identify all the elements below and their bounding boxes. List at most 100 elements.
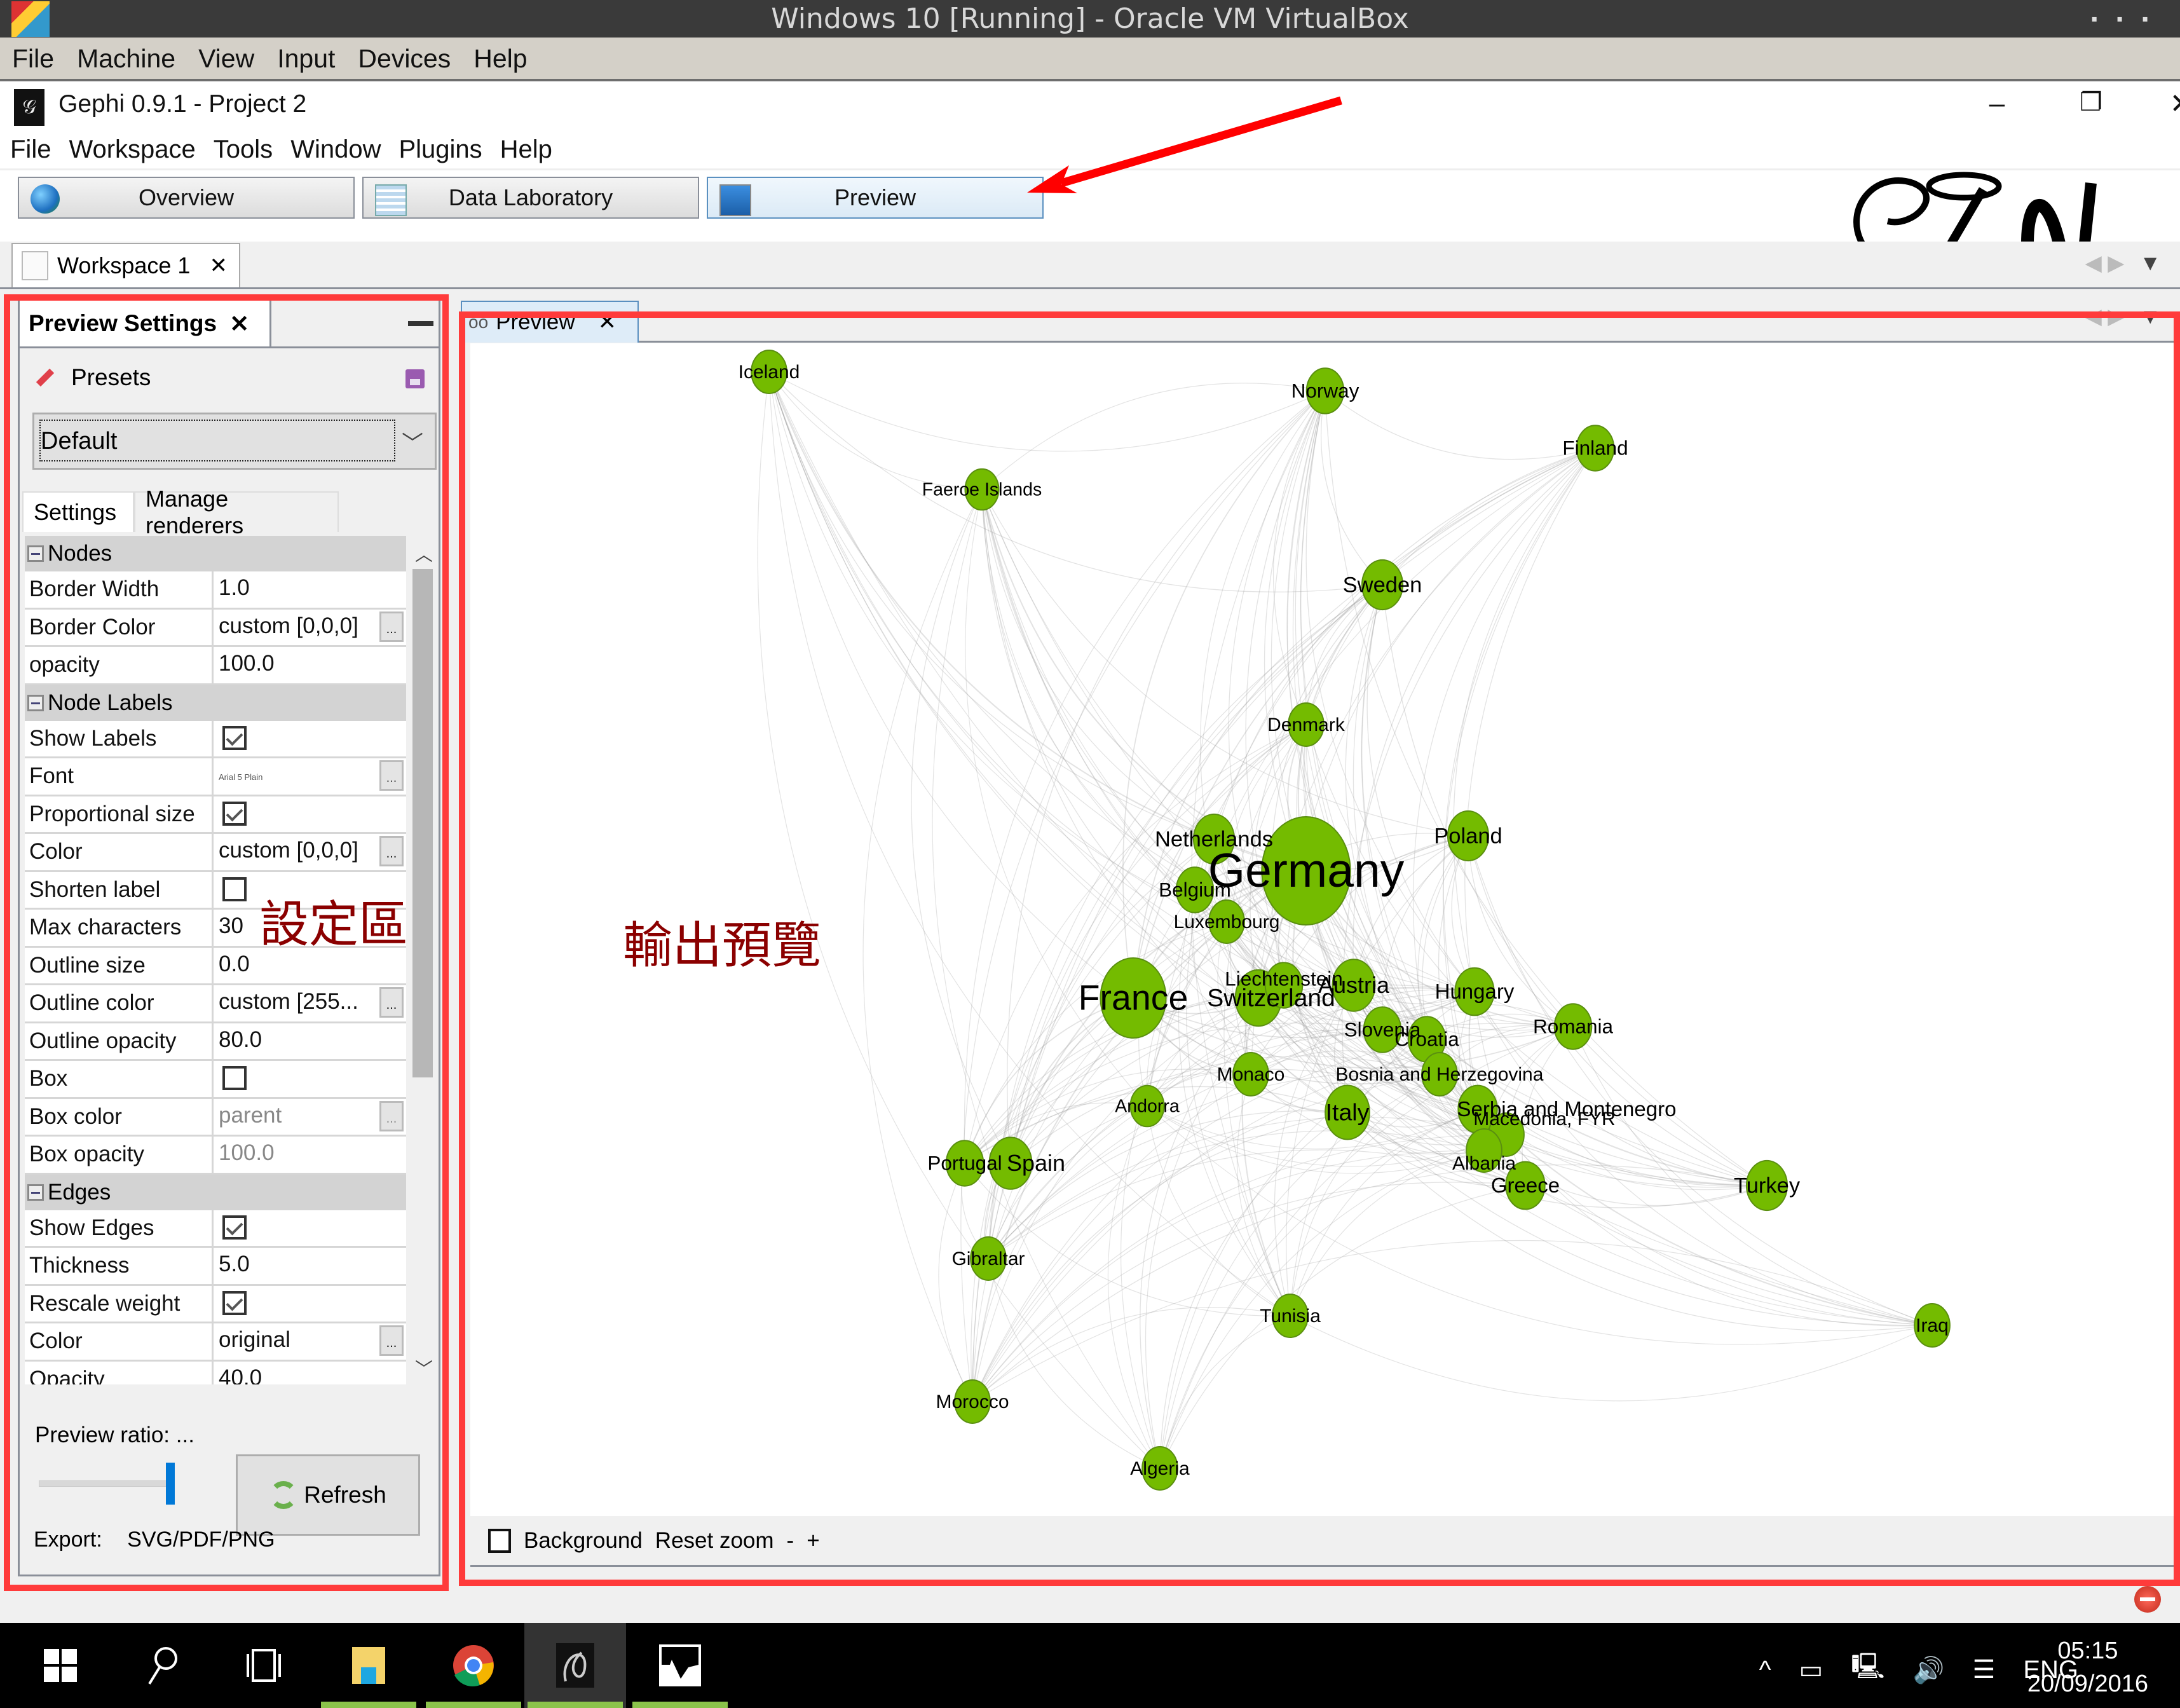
rescale-weight-checkbox[interactable] (222, 1290, 247, 1315)
edge (972, 985, 1284, 1402)
volume-icon[interactable]: 🔊 (1913, 1655, 1945, 1685)
font-edit-button[interactable]: ... (379, 760, 404, 791)
property-key: Outline size (25, 947, 214, 983)
collapse-icon[interactable] (27, 1184, 44, 1201)
chrome-button[interactable] (423, 1623, 524, 1708)
property-value-outline-opacity[interactable]: 80.0 (214, 1023, 406, 1060)
zoom-in-button[interactable]: + (807, 1528, 819, 1554)
clock[interactable]: 05:15 20/09/2016 (2027, 1634, 2148, 1700)
menu-view[interactable]: View (186, 38, 265, 74)
property-value-show-edges[interactable] (214, 1210, 406, 1247)
menu-help[interactable]: Help (490, 130, 560, 164)
preview-tab-nav[interactable]: ◀ ▶ ▼ (2085, 304, 2161, 329)
photos-button[interactable] (629, 1623, 731, 1708)
box-checkbox[interactable] (222, 1066, 247, 1090)
show-labels-checkbox[interactable] (222, 725, 247, 750)
collapse-icon[interactable] (27, 694, 44, 711)
battery-power-icon[interactable]: ▭ (1799, 1655, 1823, 1684)
menu-file[interactable]: File (0, 38, 65, 74)
property-value-border-width[interactable]: 1.0 (214, 571, 406, 608)
refresh-button[interactable]: Refresh (236, 1454, 420, 1536)
scroll-up-icon[interactable]: ︿ (415, 541, 433, 566)
gephi-taskbar-button[interactable] (524, 1623, 626, 1708)
property-value-box[interactable] (214, 1061, 406, 1097)
file-explorer-button[interactable] (318, 1623, 419, 1708)
preview-settings-tab[interactable]: Preview Settings ✕ (20, 301, 271, 346)
property-value-proportional-size[interactable] (214, 796, 406, 833)
property-value-box-color[interactable]: parent... (214, 1099, 406, 1135)
property-value-opacity[interactable]: 100.0 (214, 647, 406, 683)
restore-button[interactable]: ❐ (2066, 88, 2116, 117)
node-label: Morocco (936, 1391, 1009, 1412)
shorten-label-checkbox[interactable] (222, 877, 247, 901)
property-group-edges[interactable]: Edges (25, 1174, 406, 1210)
scroll-down-icon[interactable]: ﹀ (415, 1355, 433, 1381)
property-value-thickness[interactable]: 5.0 (214, 1248, 406, 1284)
menu-workspace[interactable]: Workspace (58, 130, 203, 164)
color-edit-button[interactable]: ... (379, 1325, 404, 1356)
close-workspace-tab-icon[interactable]: ✕ (210, 253, 228, 278)
workspace-tab[interactable]: Workspace 1 ✕ (11, 243, 240, 287)
network-icon[interactable]: 🖳 (1851, 1648, 1884, 1691)
menu-file[interactable]: File (0, 130, 58, 164)
menu-window[interactable]: Window (280, 130, 388, 164)
property-value-color[interactable]: custom [0,0,0]... (214, 834, 406, 870)
workspace-tab-nav[interactable]: ◀ ▶ ▼ (2085, 250, 2161, 276)
overview-button[interactable]: Overview (18, 177, 355, 219)
outline-color-edit-button[interactable]: ... (379, 987, 404, 1018)
preview-ratio-slider[interactable] (39, 1458, 185, 1508)
menu-devices[interactable]: Devices (346, 38, 461, 74)
property-value-rescale-weight[interactable] (214, 1286, 406, 1322)
preview-button[interactable]: Preview (707, 177, 1044, 219)
property-value-font[interactable]: Arial 5 Plain... (214, 758, 406, 795)
node-label: Luxembourg (1174, 912, 1280, 933)
color-edit-button[interactable]: ... (379, 836, 404, 866)
close-preview-settings-icon[interactable]: ✕ (229, 310, 249, 338)
property-scrollbar[interactable]: ︿ ﹀ (409, 536, 437, 1384)
minimize-button[interactable]: – (1972, 88, 2022, 120)
tab-manage-renderers[interactable]: Manage renderers (134, 486, 339, 538)
preview-tab[interactable]: oo Preview ✕ (461, 301, 639, 343)
property-value-color[interactable]: original... (214, 1323, 406, 1360)
close-button[interactable]: ✕ (2156, 88, 2180, 120)
slider-thumb[interactable] (165, 1463, 175, 1505)
start-button[interactable] (10, 1623, 111, 1708)
show-hidden-icons-chevron-icon[interactable]: ^ (1759, 1656, 1771, 1684)
property-value-outline-color[interactable]: custom [255...... (214, 985, 406, 1021)
photos-icon (659, 1644, 701, 1686)
save-preset-icon[interactable] (405, 369, 425, 388)
menu-machine[interactable]: Machine (65, 38, 186, 74)
property-value-show-labels[interactable] (214, 721, 406, 757)
property-value-border-color[interactable]: custom [0,0,0]... (214, 610, 406, 646)
background-checkbox[interactable] (488, 1528, 511, 1553)
reset-zoom-button[interactable]: Reset zoom (655, 1528, 774, 1554)
action-center-icon[interactable]: ☰ (1972, 1655, 1995, 1684)
data-laboratory-button[interactable]: Data Laboratory (362, 177, 699, 219)
task-view-button[interactable] (213, 1623, 315, 1708)
preset-dropdown[interactable]: Default ﹀ (32, 413, 437, 470)
zoom-out-button[interactable]: - (787, 1528, 794, 1554)
error-notification-icon[interactable] (2134, 1586, 2161, 1613)
search-button[interactable] (111, 1623, 213, 1708)
property-group-node-labels[interactable]: Node Labels (25, 685, 406, 721)
property-value-box-opacity[interactable]: 100.0 (214, 1137, 406, 1173)
proportional-size-checkbox[interactable] (222, 801, 247, 826)
property-value-opacity[interactable]: 40.0 (214, 1362, 406, 1385)
property-group-nodes[interactable]: Nodes (25, 536, 406, 571)
minimize-panel-icon[interactable] (408, 321, 433, 326)
preset-selected-value: Default (39, 420, 395, 461)
border-color-edit-button[interactable]: ... (379, 611, 404, 642)
show-edges-checkbox[interactable] (222, 1215, 247, 1240)
collapse-icon[interactable] (27, 545, 44, 562)
menu-help[interactable]: Help (461, 38, 538, 74)
tab-settings[interactable]: Settings (22, 491, 134, 532)
box-color-edit-button[interactable]: ... (379, 1100, 404, 1131)
scrollbar-thumb[interactable] (412, 569, 433, 1077)
vbox-window-controls[interactable]: ▪▪▪ (2091, 9, 2167, 29)
menu-plugins[interactable]: Plugins (388, 130, 489, 164)
property-key: Color (25, 1323, 214, 1360)
export-formats-link[interactable]: SVG/PDF/PNG (127, 1527, 275, 1552)
close-preview-tab-icon[interactable]: ✕ (598, 310, 617, 335)
menu-input[interactable]: Input (265, 38, 346, 74)
menu-tools[interactable]: Tools (203, 130, 280, 164)
